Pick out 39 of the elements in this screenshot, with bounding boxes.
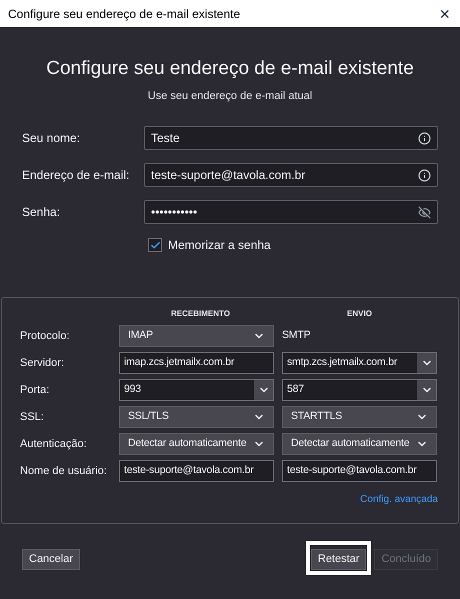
dropdown[interactable]: IMAP bbox=[119, 325, 274, 347]
info-icon bbox=[418, 132, 431, 144]
input-field[interactable]: teste-suporte@tavola.com.br bbox=[144, 163, 438, 187]
input-field[interactable]: ••••••••••• bbox=[144, 200, 438, 224]
dialog-button[interactable]: Retestar bbox=[310, 548, 366, 570]
dialog-heading: Configure seu endereço de e-mail existente bbox=[46, 57, 414, 81]
dropdown[interactable]: Detectar automaticamente bbox=[282, 433, 437, 455]
checkbox-label[interactable]: Memorizar a senha bbox=[168, 236, 271, 254]
protocol-text: SMTP bbox=[282, 328, 310, 344]
dialog-subheading: Use seu endereço de e-mail atual bbox=[148, 88, 312, 104]
input-field[interactable]: teste-suporte@tavola.com.br bbox=[282, 460, 437, 482]
field-label: Senha: bbox=[22, 204, 62, 221]
input-field[interactable]: teste-suporte@tavola.com.br bbox=[119, 460, 274, 482]
row-label: SSL: bbox=[20, 410, 45, 425]
hide-password-icon[interactable] bbox=[418, 206, 431, 218]
row-label: Servidor: bbox=[20, 356, 66, 371]
checkmark-icon bbox=[150, 240, 160, 250]
column-header: RECEBIMENTO bbox=[170, 308, 231, 320]
field-label: Endereço de e-mail: bbox=[22, 167, 130, 184]
row-label: Porta: bbox=[20, 382, 50, 398]
dropdown[interactable]: SSL/TLS bbox=[119, 406, 274, 428]
close-button[interactable]: × bbox=[439, 4, 450, 22]
input-field[interactable]: Teste bbox=[144, 126, 438, 150]
field-label: Seu nome: bbox=[22, 130, 82, 147]
dropdown[interactable]: Detectar automaticamente bbox=[119, 433, 274, 455]
info-icon bbox=[418, 168, 431, 182]
combo-field[interactable]: 587 bbox=[282, 379, 437, 401]
window-title: Configure seu endereço de e-mail existente bbox=[8, 6, 240, 22]
advanced-config-link[interactable]: Config. avançada bbox=[360, 492, 438, 507]
row-label: Protocolo: bbox=[20, 328, 71, 344]
combo-field[interactable]: smtp.zcs.jetmailx.com.br bbox=[282, 352, 437, 374]
input-field[interactable]: imap.zcs.jetmailx.com.br bbox=[119, 352, 274, 374]
combo-field[interactable]: 993 bbox=[119, 379, 274, 401]
dialog-button[interactable]: Cancelar bbox=[22, 548, 80, 570]
row-label: Autenticação: bbox=[20, 436, 88, 452]
row-label: Nome de usuário: bbox=[20, 464, 108, 479]
remember-checkbox[interactable] bbox=[148, 238, 162, 252]
column-header: ENVIO bbox=[346, 308, 373, 320]
dropdown[interactable]: STARTTLS bbox=[282, 406, 437, 428]
